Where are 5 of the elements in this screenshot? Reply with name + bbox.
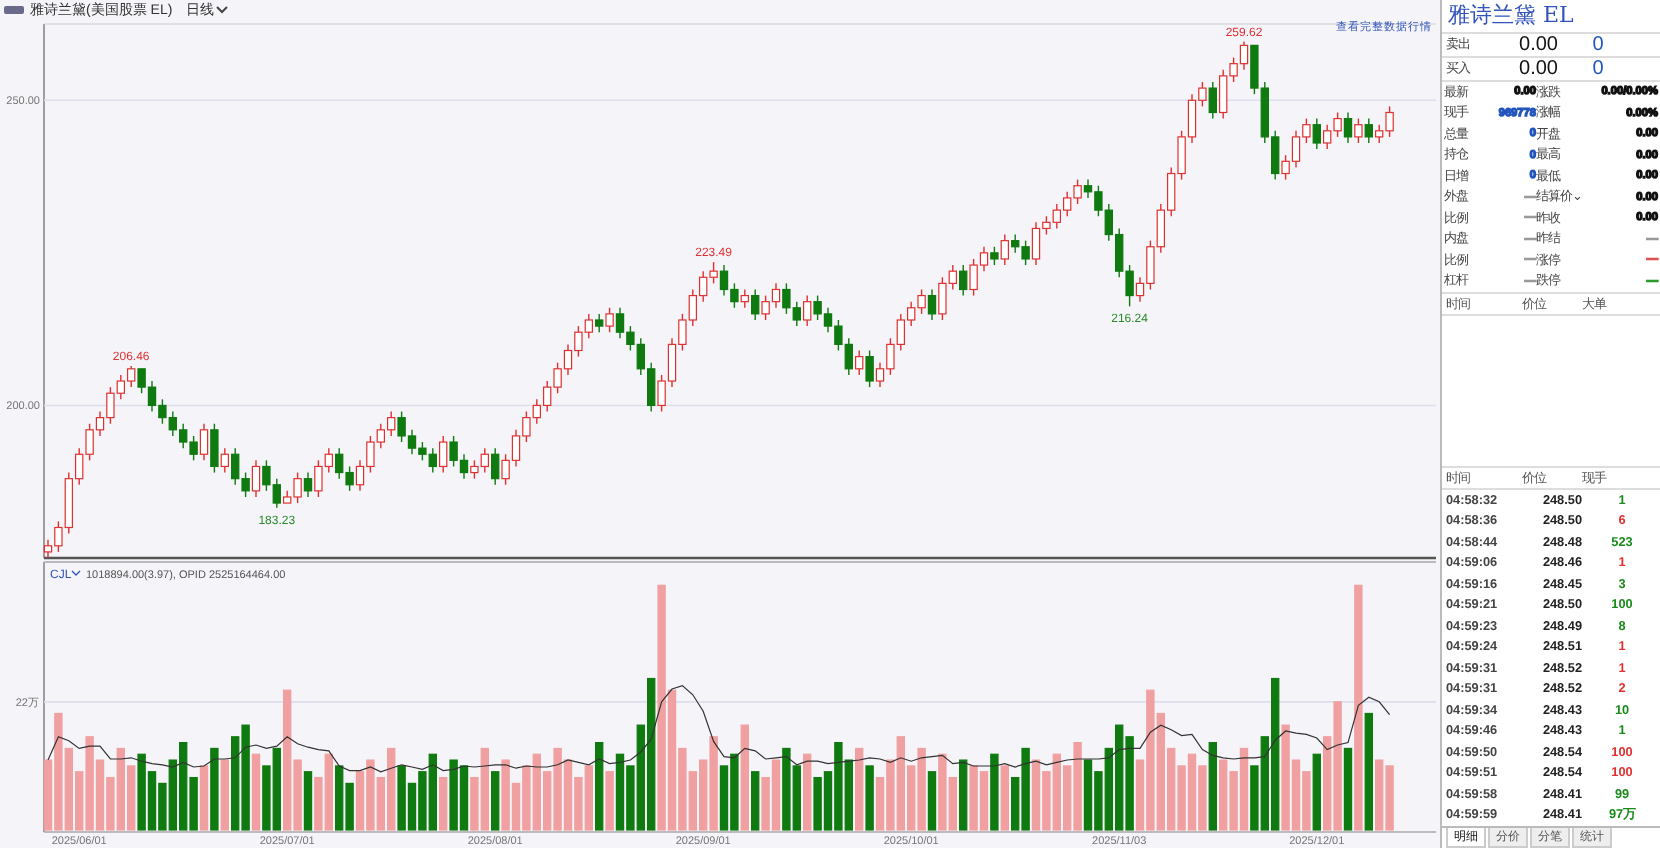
book-volume: 0 bbox=[1590, 58, 1606, 80]
book-price: 0.00 bbox=[1517, 34, 1558, 56]
book-price: 0.00 bbox=[1517, 58, 1558, 80]
book-volume: 0 bbox=[1590, 34, 1606, 56]
stock-name: 雅诗兰黛 EL bbox=[1442, 0, 1660, 34]
